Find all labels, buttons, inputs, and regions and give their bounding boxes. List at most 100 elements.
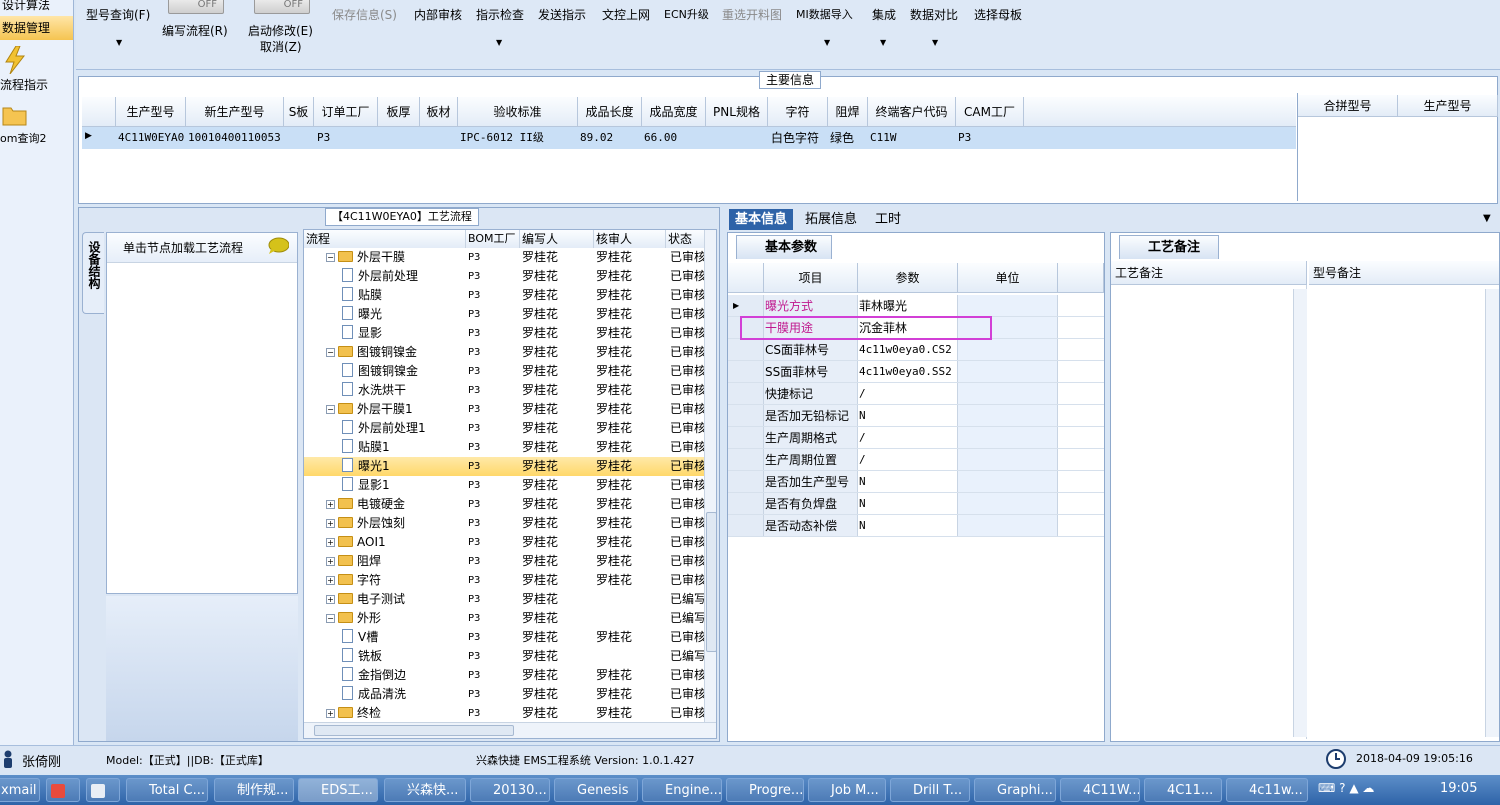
remark-scroll[interactable] xyxy=(1293,289,1307,737)
system-tray-icons[interactable]: ⌨ ? ▲ ☁ xyxy=(1318,781,1408,799)
integrate-button[interactable]: 集成 xyxy=(872,6,896,23)
task-excel-4c11w[interactable]: 4C11W... xyxy=(1060,778,1140,802)
col-header[interactable]: 订单工厂 xyxy=(314,97,378,127)
tree-row[interactable]: + 外层蚀刻 P3 罗桂花 罗桂花 已审核 xyxy=(304,514,704,533)
col-header[interactable]: PNL规格 xyxy=(706,97,768,127)
col-header[interactable]: 板厚 xyxy=(378,97,420,127)
tree-row[interactable]: 曝光1 P3 罗桂花 罗桂花 已审核 xyxy=(304,457,704,476)
col-header[interactable]: 板材 xyxy=(420,97,458,127)
start-edit-toggle[interactable]: OFF xyxy=(254,0,310,14)
col-header[interactable]: 字符 xyxy=(768,97,828,127)
start-edit-button[interactable]: 启动修改(E) xyxy=(248,22,313,39)
col-header[interactable]: 终端客户代码 xyxy=(868,97,956,127)
param-row[interactable]: 生产周期位置 / xyxy=(728,449,1104,471)
tree-hscroll[interactable] xyxy=(304,722,716,738)
col-header[interactable]: 合拼型号 xyxy=(1298,95,1398,117)
tree-row[interactable]: − 图镀铜镍金 P3 罗桂花 罗桂花 已审核 xyxy=(304,343,704,362)
task-total-commander[interactable]: Total C... xyxy=(126,778,208,802)
tree-row[interactable]: 曝光 P3 罗桂花 罗桂花 已审核 xyxy=(304,305,704,324)
param-value-input[interactable]: 4c11w0eya0.CS2 xyxy=(858,339,958,361)
tree-hscroll-thumb[interactable] xyxy=(314,725,514,736)
tree-row[interactable]: 显影1 P3 罗桂花 罗桂花 已审核 xyxy=(304,476,704,495)
speech-bubble-icon[interactable] xyxy=(267,237,290,255)
tree-row[interactable]: + 终检 P3 罗桂花 罗桂花 已审核 xyxy=(304,704,704,718)
tree-row[interactable]: − 外形 P3 罗桂花 已编写 xyxy=(304,609,704,628)
param-value-input[interactable]: N xyxy=(858,405,958,427)
tree-row[interactable]: + 字符 P3 罗桂花 罗桂花 已审核 xyxy=(304,571,704,590)
task-xmail[interactable]: xmail xyxy=(0,778,40,802)
expand-icon[interactable]: + xyxy=(326,576,335,585)
param-value-input[interactable]: N xyxy=(858,493,958,515)
tree-row[interactable]: + AOI1 P3 罗桂花 罗桂花 已审核 xyxy=(304,533,704,552)
tree-row[interactable]: 水洗烘干 P3 罗桂花 罗桂花 已审核 xyxy=(304,381,704,400)
param-row[interactable]: 是否有负焊盘 N xyxy=(728,493,1104,515)
col-header[interactable]: 新生产型号 xyxy=(186,97,284,127)
model-query-dropdown-icon[interactable]: ▼ xyxy=(116,38,122,47)
tab-work-hours[interactable]: 工时 xyxy=(869,209,907,230)
expand-icon[interactable]: + xyxy=(326,519,335,528)
col-header[interactable]: 成品宽度 xyxy=(642,97,706,127)
col-header[interactable]: S板 xyxy=(284,97,314,127)
task-job-manager[interactable]: Job M... xyxy=(808,778,886,802)
nav-item-data-mgmt[interactable]: 数据管理 xyxy=(0,16,73,40)
col-header[interactable]: CAM工厂 xyxy=(956,97,1024,127)
task-excel-4c11[interactable]: 4C11... xyxy=(1144,778,1222,802)
col-header-flow[interactable]: 流程 xyxy=(304,230,466,248)
col-header[interactable]: 验收标准 xyxy=(458,97,578,127)
param-row[interactable]: CS面菲林号 4c11w0eya0.CS2 xyxy=(728,339,1104,361)
col-header[interactable]: 单位 xyxy=(958,263,1058,293)
task-2013-doc[interactable]: 20130... xyxy=(470,778,550,802)
param-value-input[interactable]: N xyxy=(858,471,958,493)
internal-review-button[interactable]: 内部审核 xyxy=(414,6,462,23)
col-header[interactable]: 项目 xyxy=(764,263,858,293)
task-eds[interactable]: EDS工... xyxy=(298,778,378,802)
send-indicator-button[interactable]: 发送指示 xyxy=(538,6,586,23)
col-header-writer[interactable]: 编写人 xyxy=(520,230,594,248)
param-row[interactable]: ▶ 曝光方式 菲林曝光 xyxy=(728,295,1104,317)
tree-row[interactable]: + 电子测试 P3 罗桂花 已编写 xyxy=(304,590,704,609)
expand-icon[interactable]: + xyxy=(326,538,335,547)
param-row[interactable]: 生产周期格式 / xyxy=(728,427,1104,449)
tree-row[interactable]: 外层前处理 P3 罗桂花 罗桂花 已审核 xyxy=(304,267,704,286)
param-row[interactable]: 是否加生产型号 N xyxy=(728,471,1104,493)
task-genesis[interactable]: Genesis xyxy=(554,778,638,802)
col-header-status[interactable]: 状态 xyxy=(666,230,706,248)
tree-row[interactable]: V槽 P3 罗桂花 罗桂花 已审核 xyxy=(304,628,704,647)
tab-equipment-structure[interactable]: 设备结构 xyxy=(82,232,104,314)
task-spec-doc[interactable]: 制作规... xyxy=(214,778,294,802)
param-value-input[interactable]: 4c11w0eya0.SS2 xyxy=(858,361,958,383)
mi-import-dropdown-icon[interactable]: ▼ xyxy=(824,38,830,47)
task-engine[interactable]: Engine... xyxy=(642,778,722,802)
param-row[interactable]: 是否动态补偿 N xyxy=(728,515,1104,537)
tree-row[interactable]: 成品清洗 P3 罗桂花 罗桂花 已审核 xyxy=(304,685,704,704)
model-remark-scroll[interactable] xyxy=(1485,289,1499,737)
tree-vscroll[interactable] xyxy=(704,230,716,722)
tab-process-remarks[interactable]: 工艺备注 xyxy=(1119,235,1220,259)
collapse-icon[interactable]: − xyxy=(326,405,335,414)
param-value-input[interactable]: N xyxy=(858,515,958,537)
write-flow-toggle[interactable]: OFF xyxy=(168,0,224,14)
tree-row[interactable]: 显影 P3 罗桂花 罗桂花 已审核 xyxy=(304,324,704,343)
tree-row[interactable]: + 电镀硬金 P3 罗桂花 罗桂花 已审核 xyxy=(304,495,704,514)
expand-icon[interactable]: + xyxy=(326,500,335,509)
tree-row[interactable]: 图镀铜镍金 P3 罗桂花 罗桂花 已审核 xyxy=(304,362,704,381)
tree-row[interactable]: + 阻焊 P3 罗桂花 罗桂花 已审核 xyxy=(304,552,704,571)
col-header-checker[interactable]: 核审人 xyxy=(594,230,666,248)
tab-extended-info[interactable]: 拓展信息 xyxy=(799,209,863,230)
col-header[interactable]: 生产型号 xyxy=(1398,95,1498,117)
collapse-icon[interactable]: − xyxy=(326,614,335,623)
indicator-check-dropdown-icon[interactable]: ▼ xyxy=(496,38,502,47)
ecn-upgrade-button[interactable]: ECN升级 xyxy=(664,6,709,22)
expand-icon[interactable]: + xyxy=(326,595,335,604)
collapse-icon[interactable]: − xyxy=(326,253,335,262)
tab-basic-params[interactable]: 基本参数 xyxy=(736,235,833,259)
task-calculator-icon[interactable] xyxy=(86,778,120,802)
cancel-button[interactable]: 取消(Z) xyxy=(260,38,302,55)
collapse-icon[interactable]: − xyxy=(326,348,335,357)
tabs-menu-chevron-icon[interactable]: ▼ xyxy=(1483,213,1491,224)
task-notepad-4c11w[interactable]: 4c11w... xyxy=(1226,778,1308,802)
tree-vscroll-thumb[interactable] xyxy=(706,512,716,652)
expand-icon[interactable]: + xyxy=(326,709,335,718)
select-master-button[interactable]: 选择母板 xyxy=(974,6,1022,23)
model-query-button[interactable]: 型号查询(F) xyxy=(86,6,150,23)
